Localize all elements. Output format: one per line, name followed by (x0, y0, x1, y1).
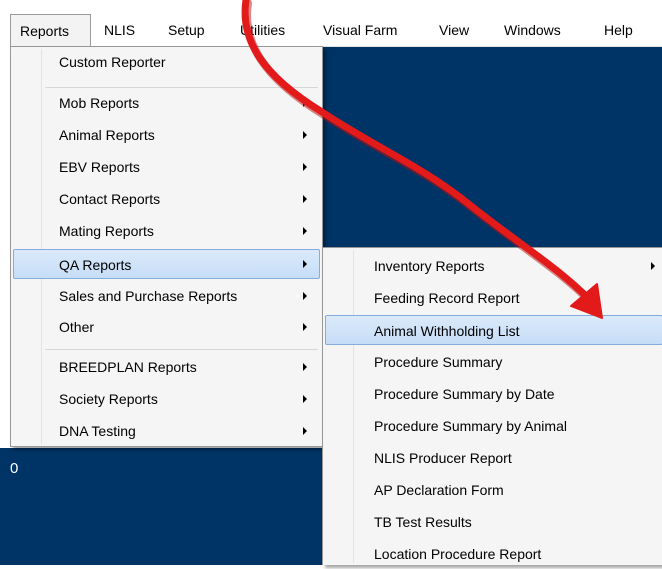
qa-reports-submenu: Inventory Reports Feeding Record Report … (322, 247, 662, 565)
menu-item-label: EBV Reports (59, 159, 140, 175)
submenu-arrow-icon (303, 131, 307, 139)
menu-item-mob-reports[interactable]: Mob Reports (13, 88, 320, 118)
menu-item-label: Inventory Reports (374, 258, 485, 274)
submenu-arrow-icon (303, 99, 307, 107)
submenu-arrow-icon (303, 163, 307, 171)
submenu-arrow-icon (303, 227, 307, 235)
menu-item-sales-and-purchase-reports[interactable]: Sales and Purchase Reports (13, 281, 320, 311)
menu-item-label: Contact Reports (59, 191, 161, 207)
menu-item-animal-reports[interactable]: Animal Reports (13, 120, 320, 150)
menu-item-label: BREEDPLAN Reports (59, 359, 197, 375)
menu-item-procedure-summary[interactable]: Procedure Summary (325, 347, 660, 377)
menu-item-ap-declaration-form[interactable]: AP Declaration Form (325, 475, 660, 505)
menu-item-custom-reporter[interactable]: Custom Reporter (13, 47, 320, 77)
menu-item-procedure-summary-by-date[interactable]: Procedure Summary by Date (325, 379, 660, 409)
menu-reports[interactable]: Reports (10, 14, 91, 47)
menu-item-label: Mating Reports (59, 223, 154, 239)
submenu-arrow-icon (303, 363, 307, 371)
menu-nlis[interactable]: NLIS (104, 14, 135, 47)
menu-item-label: Other (59, 319, 95, 335)
menu-item-label: Society Reports (59, 391, 158, 407)
menu-item-label: TB Test Results (374, 514, 472, 530)
menu-item-mating-reports[interactable]: Mating Reports (13, 216, 320, 246)
menu-item-label: Procedure Summary by Date (374, 386, 555, 402)
menu-item-tb-test-results[interactable]: TB Test Results (325, 507, 660, 537)
menu-item-label: Mob Reports (59, 95, 140, 111)
menu-item-feeding-record-report[interactable]: Feeding Record Report (325, 283, 660, 313)
submenu-arrow-icon (303, 195, 307, 203)
menu-item-ebv-reports[interactable]: EBV Reports (13, 152, 320, 182)
submenu-arrow-icon (303, 323, 307, 331)
menu-bar: Reports NLIS Setup Utilities Visual Farm… (10, 14, 662, 47)
menu-item-label: Animal Withholding List (374, 323, 520, 339)
menu-item-breedplan-reports[interactable]: BREEDPLAN Reports (13, 352, 320, 382)
menu-utilities[interactable]: Utilities (240, 14, 285, 47)
menu-setup[interactable]: Setup (168, 14, 205, 47)
menu-item-animal-withholding-list[interactable]: Animal Withholding List (325, 315, 662, 345)
menu-help[interactable]: Help (604, 14, 633, 47)
menu-item-label: Procedure Summary by Animal (374, 418, 567, 434)
menu-view[interactable]: View (439, 14, 469, 47)
menu-item-nlis-producer-report[interactable]: NLIS Producer Report (325, 443, 660, 473)
menu-item-inventory-reports[interactable]: Inventory Reports (325, 251, 660, 281)
workspace-value-label: 0 (10, 460, 19, 477)
menu-visual-farm[interactable]: Visual Farm (323, 14, 397, 47)
menu-item-label: DNA Testing (59, 423, 136, 439)
menu-item-label: Custom Reporter (59, 54, 166, 70)
submenu-arrow-icon (303, 395, 307, 403)
reports-menu: Custom Reporter Mob Reports Animal Repor… (10, 46, 323, 447)
submenu-arrow-icon (303, 260, 307, 268)
submenu-arrow-icon (651, 262, 655, 270)
menu-item-label: NLIS Producer Report (374, 450, 512, 466)
menu-item-other[interactable]: Other (13, 312, 320, 342)
submenu-arrow-icon (303, 292, 307, 300)
menu-item-label: Sales and Purchase Reports (59, 288, 238, 304)
menu-item-contact-reports[interactable]: Contact Reports (13, 184, 320, 214)
menu-item-dna-testing[interactable]: DNA Testing (13, 416, 320, 446)
submenu-arrow-icon (303, 427, 307, 435)
menu-item-label: AP Declaration Form (374, 482, 504, 498)
menu-item-society-reports[interactable]: Society Reports (13, 384, 320, 414)
menu-windows[interactable]: Windows (504, 14, 561, 47)
menu-separator (45, 349, 318, 350)
menu-item-label: QA Reports (59, 257, 132, 273)
menu-item-label: Procedure Summary (374, 354, 503, 370)
menu-item-label: Animal Reports (59, 127, 155, 143)
workspace-area-top (322, 47, 662, 247)
menu-item-label: Feeding Record Report (374, 290, 520, 306)
workspace-area-bottom (0, 448, 326, 565)
menu-item-procedure-summary-by-animal[interactable]: Procedure Summary by Animal (325, 411, 660, 441)
menu-item-qa-reports[interactable]: QA Reports (13, 249, 320, 279)
